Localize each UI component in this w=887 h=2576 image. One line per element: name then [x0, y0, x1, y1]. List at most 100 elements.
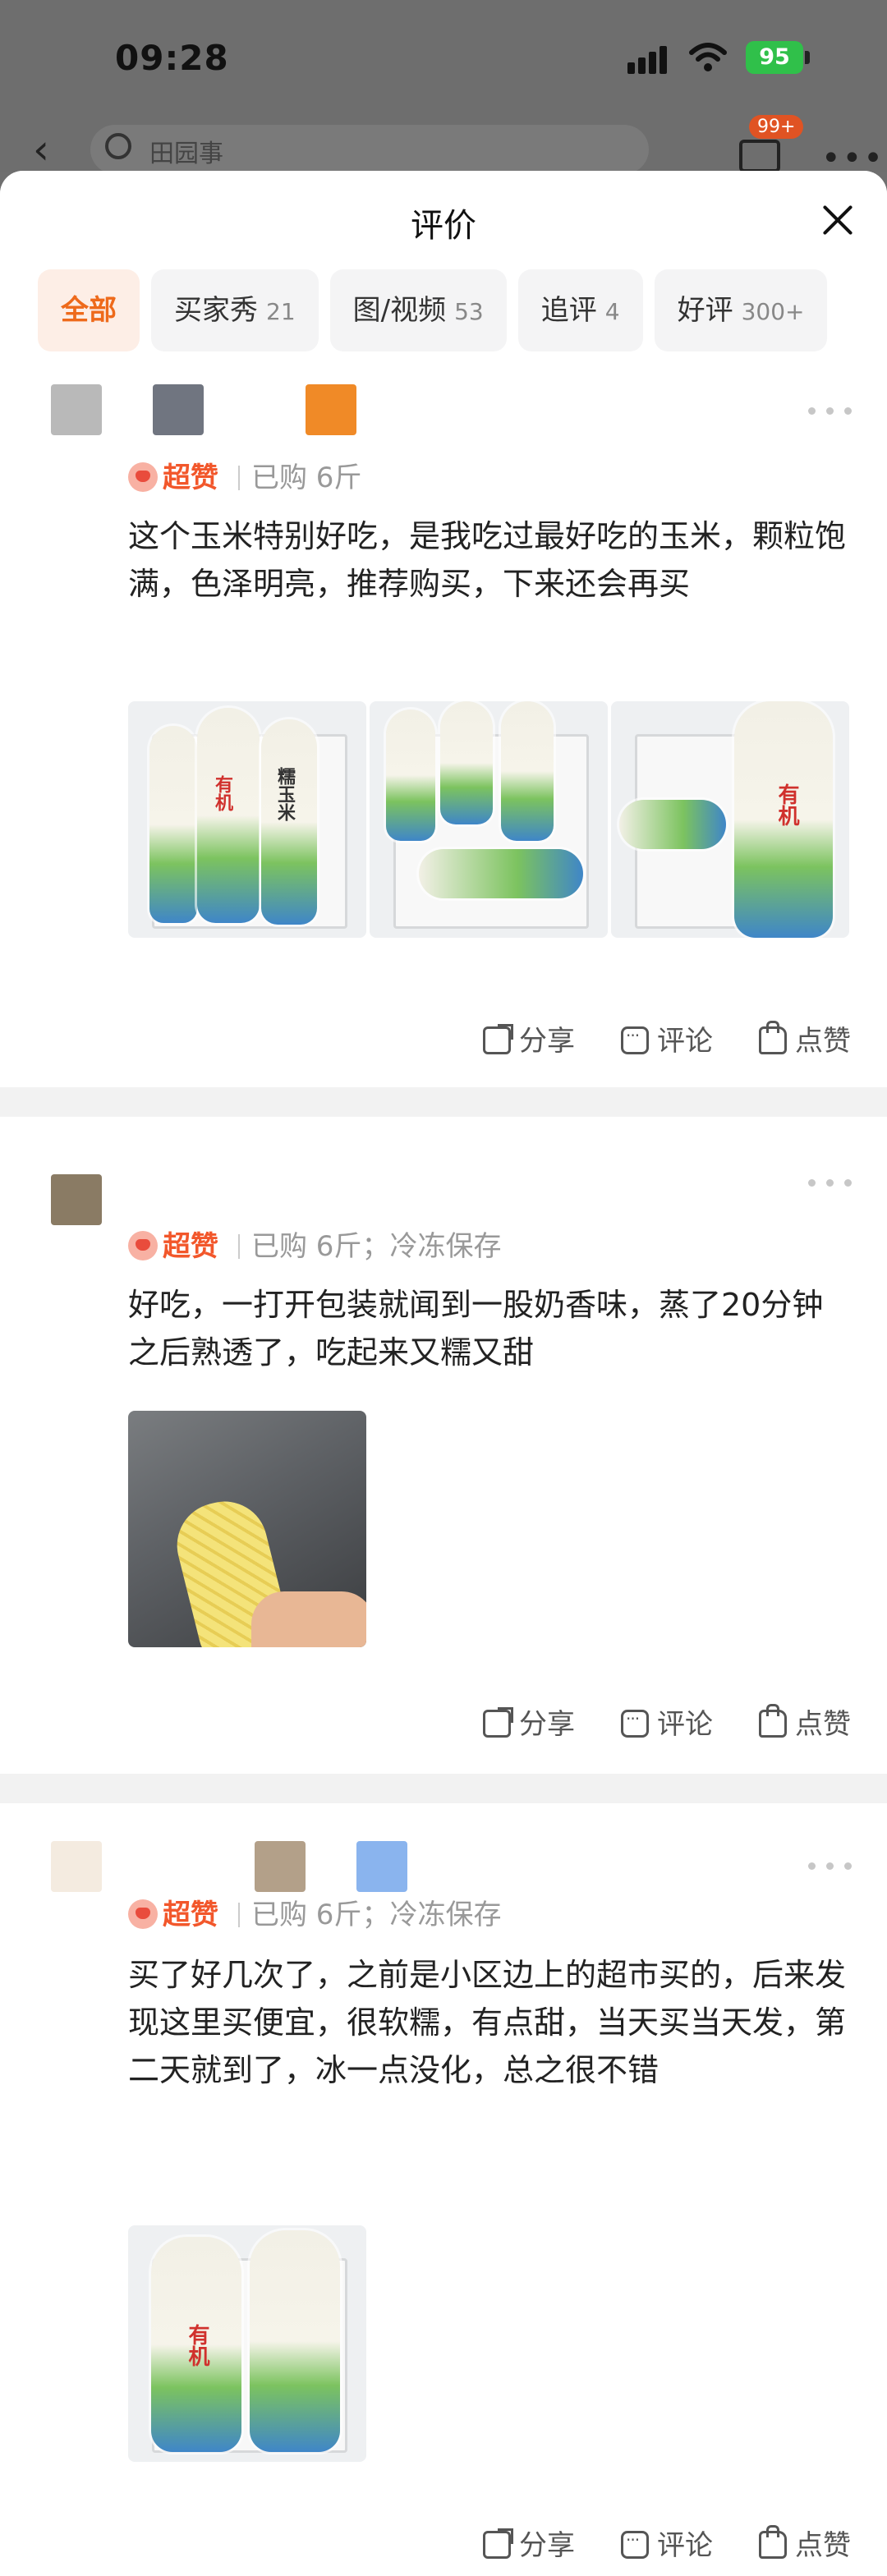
share-button[interactable]: 分享 — [483, 2523, 575, 2563]
share-button[interactable]: 分享 — [483, 1701, 575, 1742]
review-meta: 超赞 已购 6斤；冷冻保存 — [128, 1228, 501, 1265]
username-masked — [306, 384, 356, 435]
review-text: 好吃，一打开包装就闻到一股奶香味，蒸了20分钟之后熟透了，吃起来又糯又甜 — [128, 1287, 824, 1371]
thumbs-up-icon — [759, 2525, 787, 2559]
more-options-icon[interactable] — [808, 1174, 854, 1191]
comment-label: 评论 — [657, 2529, 713, 2562]
thumbs-up-icon — [759, 1021, 787, 1054]
review-meta: 超赞 已购 6斤；冷冻保存 — [128, 1897, 501, 1933]
comment-icon — [621, 1709, 649, 1738]
share-label: 分享 — [519, 1708, 575, 1741]
super-like-badge: 超赞 — [128, 1897, 218, 1933]
wifi-icon — [689, 43, 727, 71]
like-label: 点赞 — [795, 1025, 851, 1058]
like-button[interactable]: 点赞 — [759, 1018, 851, 1058]
share-icon — [483, 1024, 513, 1054]
avatar[interactable] — [51, 1841, 102, 1892]
review-meta: 超赞 已购 6斤 — [128, 460, 361, 496]
close-icon[interactable] — [821, 204, 854, 236]
review-text: 这个玉米特别好吃，是我吃过最好吃的玉米，颗粒饱满，色泽明亮，推荐购买，下来还会再… — [128, 518, 847, 602]
filter-follow-up[interactable]: 追评 4 — [517, 269, 643, 351]
comment-icon — [621, 2530, 649, 2559]
review-filter-tabs: 全部 买家秀 21 图/视频 53 追评 4 好评 300+ — [0, 269, 887, 351]
filter-positive[interactable]: 好评 300+ — [654, 269, 828, 351]
avatar[interactable] — [51, 384, 102, 435]
thumb-badge-icon — [128, 1231, 158, 1260]
like-button[interactable]: 点赞 — [759, 2523, 851, 2563]
more-options-icon[interactable] — [808, 1857, 854, 1874]
more-options-icon[interactable] — [808, 402, 854, 419]
comment-button[interactable]: 评论 — [621, 2523, 713, 2563]
purchase-info: 已购 6斤 — [251, 1899, 362, 1931]
comment-icon — [621, 1026, 649, 1054]
super-like-badge: 超赞 — [128, 1228, 218, 1265]
filter-count: 300+ — [741, 298, 805, 325]
like-label: 点赞 — [795, 2529, 851, 2562]
background-search-bar: 田园事 — [90, 125, 649, 174]
thumbs-up-icon — [759, 1704, 787, 1738]
comment-label: 评论 — [657, 1025, 713, 1058]
filter-all[interactable]: 全部 — [38, 269, 140, 351]
cart-icon — [739, 140, 780, 172]
sheet-title: 评价 — [411, 207, 476, 245]
package-label: 有机 — [774, 783, 799, 826]
review-card: 超赞 已购 6斤；冷冻保存 好吃，一打开包装就闻到一股奶香味，蒸了20分钟之后熟透… — [0, 1117, 887, 1774]
share-icon — [483, 2528, 513, 2559]
review-actions: 分享 评论 点赞 — [437, 2523, 851, 2569]
like-label: 点赞 — [795, 1708, 851, 1741]
avatar[interactable] — [51, 1174, 102, 1225]
review-card: 超赞 已购 6斤 这个玉米特别好吃，是我吃过最好吃的玉米，颗粒饱满，色泽明亮，推荐… — [0, 351, 887, 1087]
badge-label: 超赞 — [163, 1899, 218, 1931]
badge-label: 超赞 — [163, 461, 218, 494]
search-icon — [105, 133, 131, 159]
purchase-info: 已购 6斤 — [251, 1230, 362, 1263]
filter-count: 53 — [454, 298, 484, 325]
battery-tip — [805, 51, 810, 64]
comment-button[interactable]: 评论 — [621, 1701, 713, 1742]
purchase-info: 已购 6斤 — [251, 461, 362, 494]
status-bar: 09:28 95 — [0, 0, 887, 115]
meta-divider: ； — [361, 1230, 390, 1263]
storage-info: 冷冻保存 — [389, 1899, 502, 1931]
meta-separator — [238, 1234, 240, 1259]
review-card: 超赞 已购 6斤；冷冻保存 买了好几次了，之前是小区边上的超市买的，后来发现这里买… — [0, 1803, 887, 2576]
share-label: 分享 — [519, 1025, 575, 1058]
share-label: 分享 — [519, 2529, 575, 2562]
storage-info: 冷冻保存 — [389, 1230, 502, 1263]
filter-label: 图/视频 — [352, 294, 447, 327]
like-button[interactable]: 点赞 — [759, 1701, 851, 1742]
super-like-badge: 超赞 — [128, 460, 218, 496]
filter-count: 21 — [266, 298, 296, 325]
package-label: 有机 — [212, 775, 232, 811]
thumb-badge-icon — [128, 462, 158, 492]
username-masked — [356, 1841, 407, 1892]
cellular-signal-icon — [627, 46, 669, 74]
filter-label: 买家秀 — [174, 294, 258, 327]
filter-label: 好评 — [677, 294, 733, 327]
review-photo[interactable] — [370, 701, 608, 938]
thumb-badge-icon — [128, 1899, 158, 1929]
review-photo[interactable]: 有机 — [128, 2225, 366, 2462]
reviews-sheet: 评价 全部 买家秀 21 图/视频 53 追评 4 好评 300+ 超赞 已购 6斤 这个玉米特别… — [0, 171, 887, 2576]
username-masked — [153, 384, 204, 435]
back-icon: ‹ — [33, 126, 49, 173]
review-actions: 分享 评论 点赞 — [437, 1018, 851, 1064]
share-icon — [483, 1707, 513, 1738]
search-placeholder: 田园事 — [149, 140, 223, 168]
share-button[interactable]: 分享 — [483, 1018, 575, 1058]
background-navbar: ‹ 田园事 99+ ••• — [0, 115, 887, 177]
meta-separator — [238, 466, 240, 490]
filter-buyer-show[interactable]: 买家秀 21 — [151, 269, 319, 351]
review-photo[interactable] — [128, 1411, 366, 1647]
review-photo[interactable]: 有机 糯玉米 — [128, 701, 366, 938]
review-photo[interactable]: 有机 — [611, 701, 849, 938]
meta-divider: ； — [361, 1899, 390, 1931]
cart-badge: 99+ — [749, 115, 804, 139]
package-label: 有机 — [185, 2324, 209, 2367]
comment-button[interactable]: 评论 — [621, 1018, 713, 1058]
filter-label: 追评 — [540, 294, 597, 327]
badge-label: 超赞 — [163, 1230, 218, 1263]
package-label: 糯玉米 — [274, 767, 295, 821]
filter-label: 全部 — [61, 294, 117, 327]
filter-photo-video[interactable]: 图/视频 53 — [329, 269, 507, 351]
